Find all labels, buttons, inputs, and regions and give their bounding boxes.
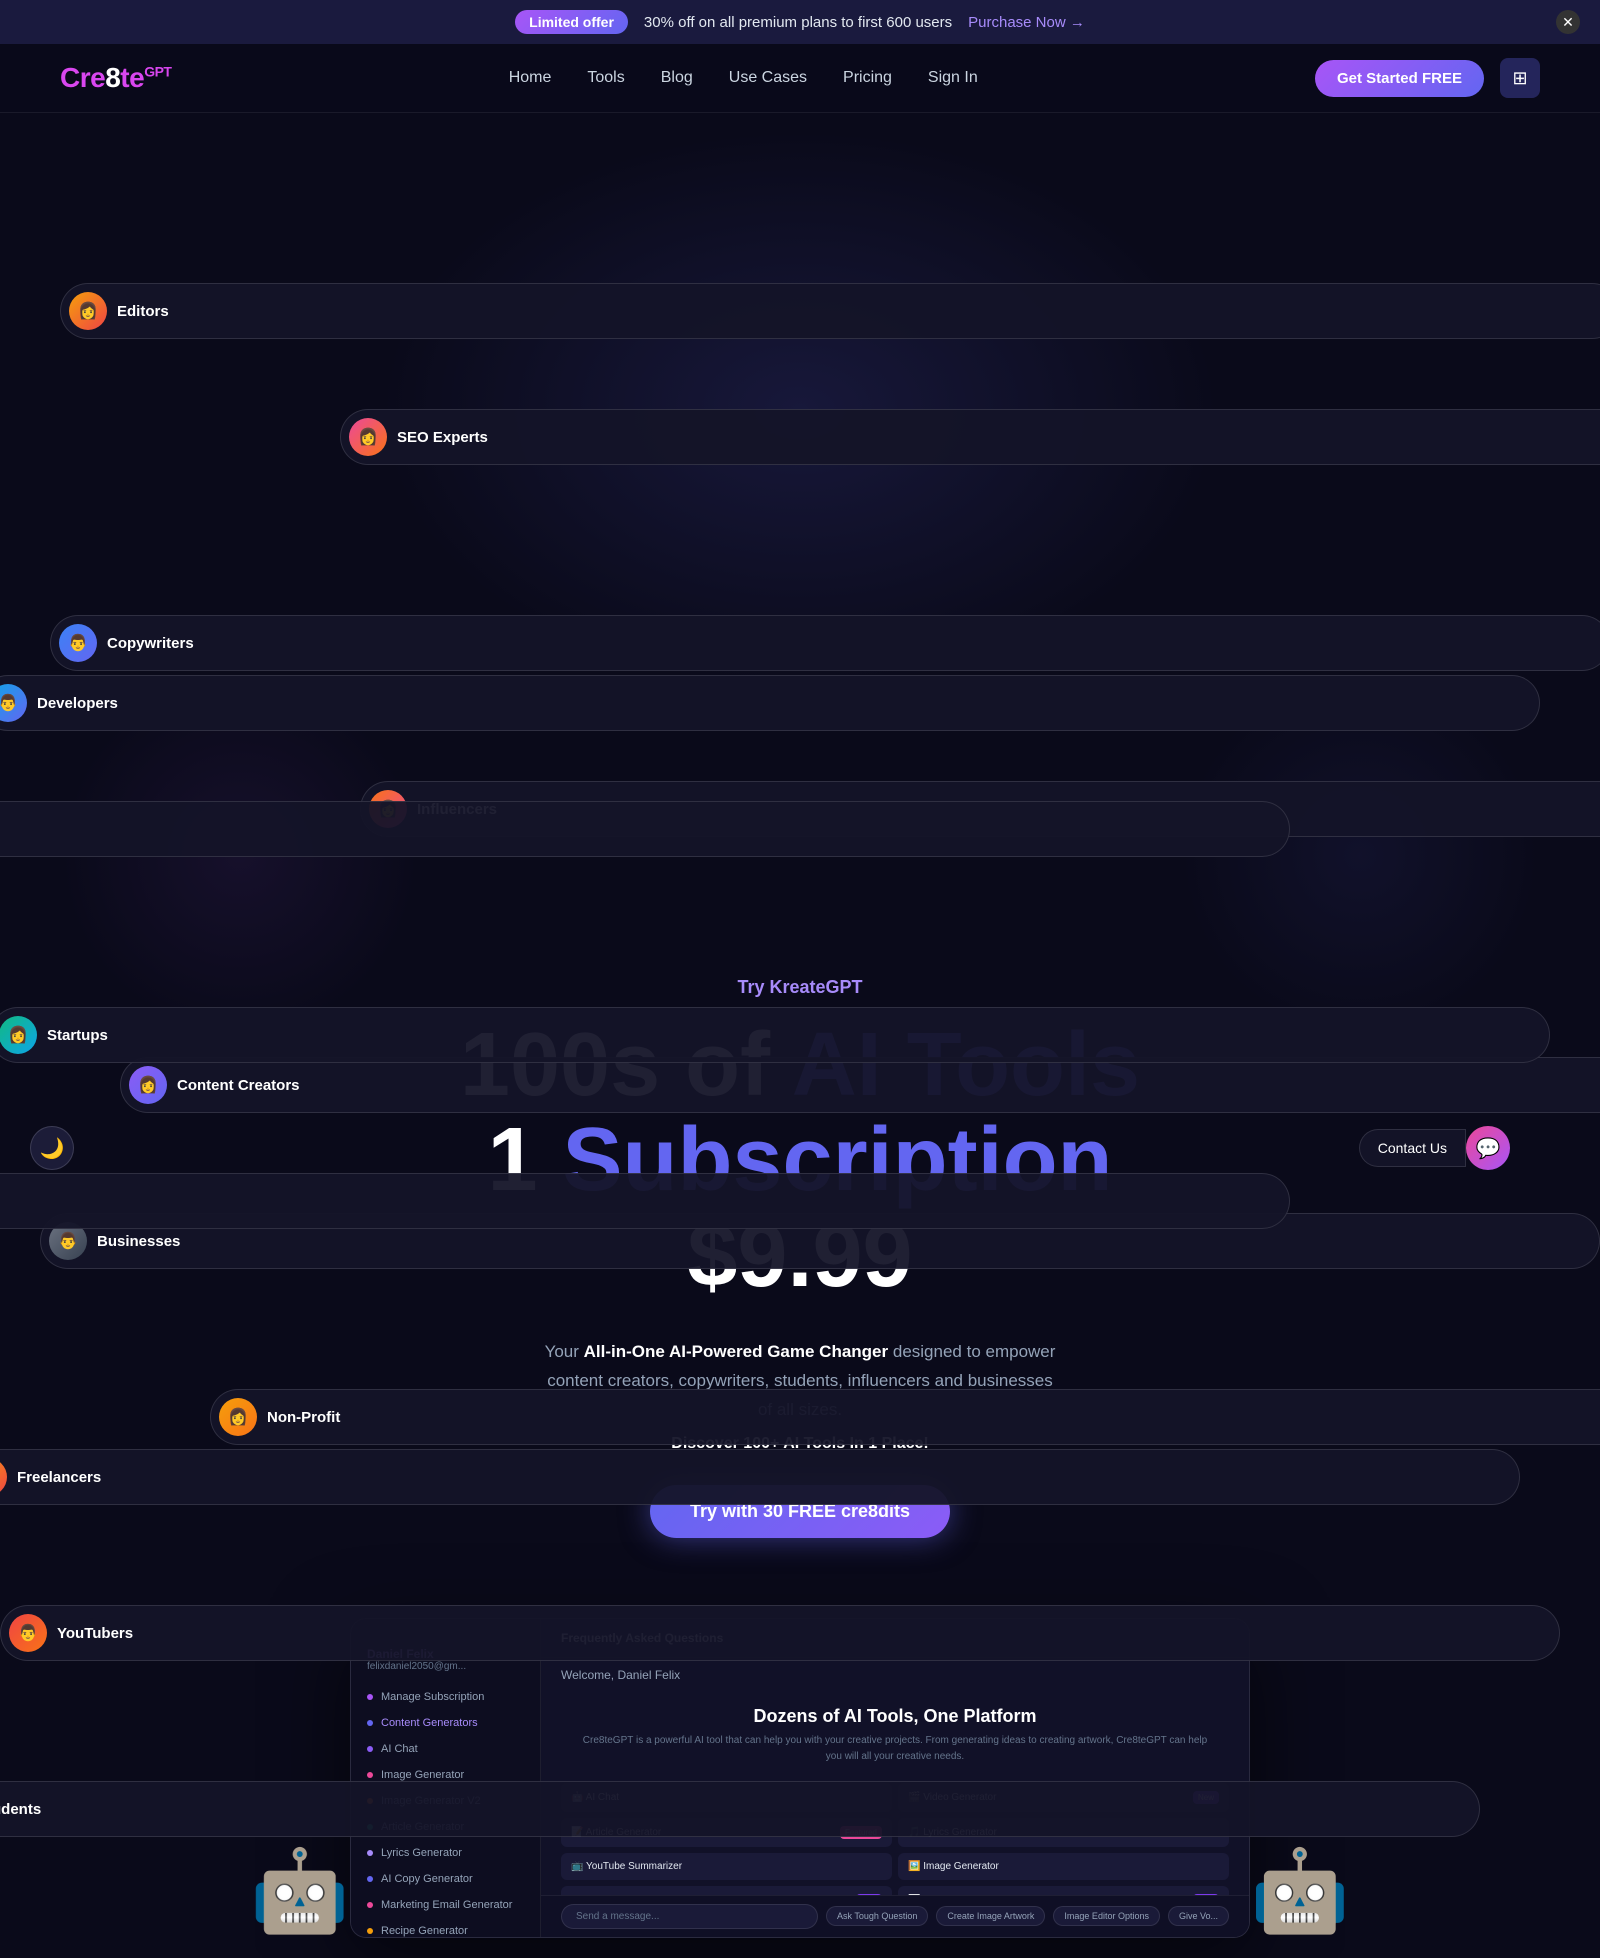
developers-label: Developers [37, 695, 118, 712]
nav-links: Home Tools Blog Use Cases Pricing Sign I… [509, 69, 978, 87]
navbar: Cre8teGPT Home Tools Blog Use Cases Pric… [0, 44, 1600, 113]
app-welcome: Welcome, Daniel Felix [541, 1658, 1249, 1692]
non-profit-avatar: 👩 [219, 1398, 257, 1436]
link-dot [367, 1694, 373, 1700]
sidebar-link-email[interactable]: Marketing Email Generator [351, 1892, 540, 1918]
tool-name: 📺 YouTube Summarizer [571, 1861, 682, 1872]
nav-home[interactable]: Home [509, 69, 552, 87]
link-dot [367, 1902, 373, 1908]
sidebar-link-content-gen[interactable]: Content Generators [351, 1710, 540, 1736]
pill-authors: 👨 Authors [0, 1173, 1290, 1229]
hero-subtitle: Try KreateGPT [20, 977, 1580, 998]
app-sidebar: Daniel Felix felixdaniel2050@gm... Manag… [351, 1619, 541, 1937]
nav-pricing[interactable]: Pricing [843, 69, 892, 87]
link-dot [367, 1720, 373, 1726]
youtubers-label: YouTubers [57, 1625, 133, 1642]
copy-avatar: 👨 [59, 624, 97, 662]
robot-hand-right: 🤖 [1250, 1844, 1350, 1938]
editors-label: Editors [117, 303, 169, 320]
seo-avatar: 👩 [349, 418, 387, 456]
pill-non-profit: 👩 Non-Profit [210, 1389, 1600, 1445]
sidebar-link-ai-chat[interactable]: AI Chat [351, 1736, 540, 1762]
sidebar-email: felixdaniel2050@gm... [367, 1661, 524, 1672]
startups-avatar: 👩 [0, 1016, 37, 1054]
hero-bold-text: All-in-One AI-Powered Game Changer [584, 1342, 888, 1361]
link-label: AI Chat [381, 1743, 418, 1755]
chat-editor-btn[interactable]: Image Editor Options [1053, 1906, 1160, 1926]
youtubers-avatar: 👨 [9, 1614, 47, 1652]
non-profit-label: Non-Profit [267, 1409, 340, 1426]
link-dot [367, 1876, 373, 1882]
link-label: Manage Subscription [381, 1691, 484, 1703]
hero-section: 👩 Editors 👩 SEO Experts 👨 Copywriters 👩 … [0, 113, 1600, 1598]
pill-youtubers: 👨 YouTubers [0, 1605, 1560, 1661]
pill-editors: 👩 Editors [60, 283, 1600, 339]
get-started-button[interactable]: Get Started FREE [1315, 60, 1484, 97]
link-dot [367, 1928, 373, 1934]
tool-name: 🖼️ Image Generator [908, 1861, 999, 1872]
limited-offer-badge: Limited offer [515, 10, 628, 34]
pill-copywriters: 👨 Copywriters [50, 615, 1600, 671]
pill-novelists: 👩 Novelists [0, 801, 1290, 857]
close-banner-button[interactable]: ✕ [1556, 10, 1580, 34]
nav-use-cases[interactable]: Use Cases [729, 69, 807, 87]
startups-label: Startups [47, 1027, 108, 1044]
chat-image-btn[interactable]: Create Image Artwork [936, 1906, 1045, 1926]
businesses-label: Businesses [97, 1233, 180, 1250]
nav-tools[interactable]: Tools [587, 69, 624, 87]
nav-sign-in[interactable]: Sign In [928, 69, 978, 87]
content-creators-label: Content Creators [177, 1077, 300, 1094]
link-dot [367, 1772, 373, 1778]
pill-startups: 👩 Startups [0, 1007, 1550, 1063]
link-dot [367, 1746, 373, 1752]
seo-label: SEO Experts [397, 429, 488, 446]
developers-avatar: 👨 [0, 684, 27, 722]
app-main-content: Frequently Asked Questions Welcome, Dani… [541, 1619, 1249, 1937]
banner-text: 30% off on all premium plans to first 60… [644, 14, 952, 31]
students-label: Students [0, 1801, 41, 1818]
sidebar-link-ai-copy[interactable]: AI Copy Generator [351, 1866, 540, 1892]
nav-blog[interactable]: Blog [661, 69, 693, 87]
link-label: Recipe Generator [381, 1925, 468, 1937]
logo[interactable]: Cre8teGPT [60, 62, 171, 94]
app-screenshot: Daniel Felix felixdaniel2050@gm... Manag… [350, 1618, 1250, 1938]
purchase-now-link[interactable]: Purchase Now → [968, 14, 1085, 31]
chat-voice-btn[interactable]: Give Vo... [1168, 1906, 1229, 1926]
pill-content-creators: 👩 Content Creators [120, 1057, 1600, 1113]
freelancers-avatar: 👩 [0, 1458, 7, 1496]
pill-students: 👩 Students [0, 1781, 1480, 1837]
link-dot [367, 1850, 373, 1856]
link-label: Marketing Email Generator [381, 1899, 512, 1911]
sidebar-link-subscription[interactable]: Manage Subscription [351, 1684, 540, 1710]
app-main-desc: Cre8teGPT is a powerful AI tool that can… [541, 1733, 1249, 1777]
tool-yt-summarizer[interactable]: 📺 YouTube Summarizer [561, 1853, 892, 1880]
tool-image-gen[interactable]: 🖼️ Image Generator [898, 1853, 1229, 1880]
pill-freelancers: 👩 Freelancers [0, 1449, 1520, 1505]
robot-hand-left: 🤖 [250, 1844, 350, 1938]
link-label: AI Copy Generator [381, 1873, 473, 1885]
sidebar-link-recipe[interactable]: Recipe Generator [351, 1918, 540, 1937]
link-label: Image Generator [381, 1769, 464, 1781]
link-label: Content Generators [381, 1717, 478, 1729]
editors-avatar: 👩 [69, 292, 107, 330]
app-chat-bar: Send a message... Ask Tough Question Cre… [541, 1895, 1249, 1937]
sidebar-link-lyrics[interactable]: Lyrics Generator [351, 1840, 540, 1866]
announcement-banner: Limited offer 30% off on all premium pla… [0, 0, 1600, 44]
copywriters-label: Copywriters [107, 635, 194, 652]
freelancers-label: Freelancers [17, 1469, 101, 1486]
grid-menu-button[interactable]: ⊞ [1500, 58, 1540, 98]
chat-action-buttons: Ask Tough Question Create Image Artwork … [826, 1906, 1229, 1926]
nav-actions: Get Started FREE ⊞ [1315, 58, 1540, 98]
link-label: Lyrics Generator [381, 1847, 462, 1859]
chat-input[interactable]: Send a message... [561, 1904, 818, 1929]
chat-ask-btn[interactable]: Ask Tough Question [826, 1906, 928, 1926]
pill-seo-experts: 👩 SEO Experts [340, 409, 1600, 465]
app-main-title: Dozens of AI Tools, One Platform [541, 1692, 1249, 1733]
content-creators-avatar: 👩 [129, 1066, 167, 1104]
pill-developers: 👨 Developers [0, 675, 1540, 731]
